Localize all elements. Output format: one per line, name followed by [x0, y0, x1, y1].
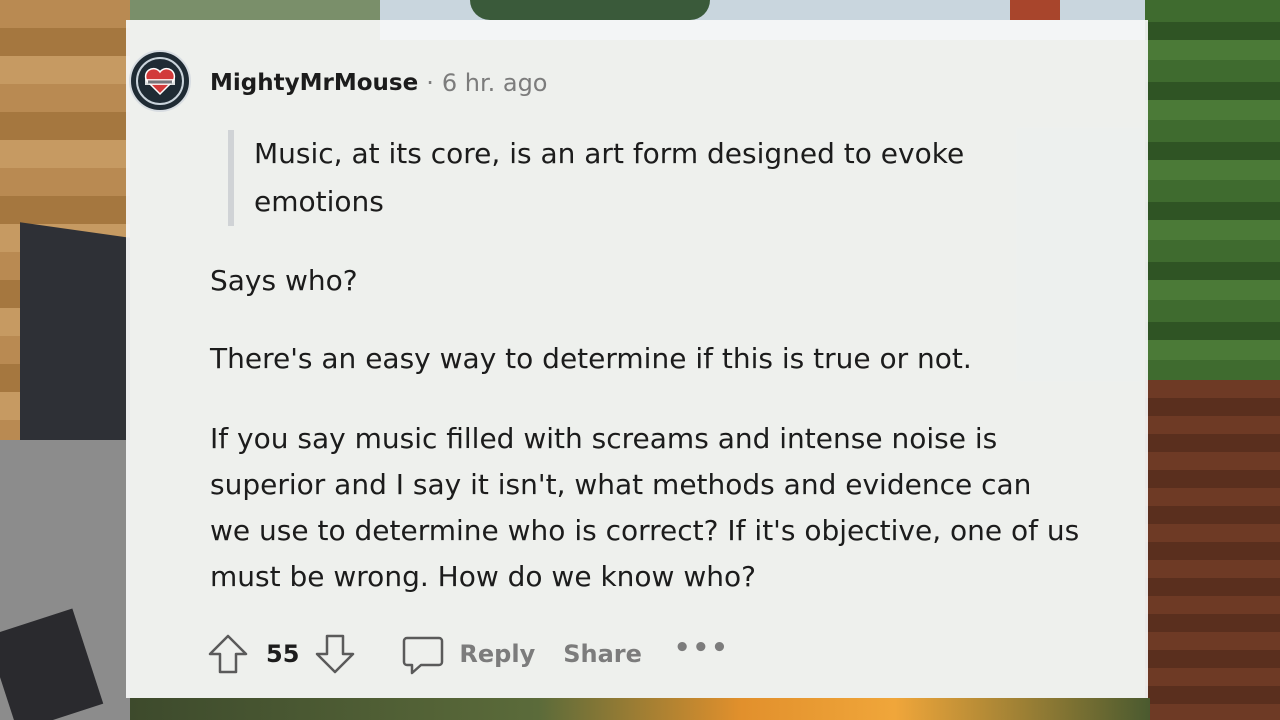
comment-actions: 55 Reply Share ••• [206, 628, 730, 680]
username-link[interactable]: MightyMrMouse [210, 70, 418, 96]
background-dirt [1145, 380, 1280, 720]
vote-count: 55 [266, 640, 300, 668]
share-button[interactable]: Share [563, 640, 642, 668]
reply-label: Reply [459, 640, 536, 668]
timestamp: 6 hr. ago [441, 69, 548, 97]
downvote-button[interactable] [313, 632, 357, 676]
comment-paragraph-1: Says who? [210, 264, 358, 297]
comment-header: MightyMrMouse · 6 hr. ago [210, 66, 547, 100]
comment-card: MightyMrMouse · 6 hr. ago Music, at its … [126, 20, 1148, 698]
separator-dot: · [426, 69, 434, 97]
quote-block: Music, at its core, is an art form desig… [228, 130, 1034, 226]
background-tree-top [470, 0, 710, 20]
avatar[interactable] [129, 50, 191, 112]
upvote-button[interactable] [206, 632, 250, 676]
background-ground [130, 698, 1150, 720]
background-red-block [1010, 0, 1060, 20]
comment-paragraph-2: There's an easy way to determine if this… [210, 342, 972, 375]
reply-button[interactable]: Reply [401, 632, 535, 676]
arrow-up-icon [208, 634, 248, 674]
more-options-button[interactable]: ••• [674, 633, 730, 663]
background-dark-block [20, 222, 130, 458]
heart-logo-icon [136, 57, 184, 105]
arrow-down-icon [316, 634, 355, 674]
comment-paragraph-3: If you say music filled with screams and… [210, 422, 1080, 593]
speech-bubble-icon [403, 636, 444, 675]
